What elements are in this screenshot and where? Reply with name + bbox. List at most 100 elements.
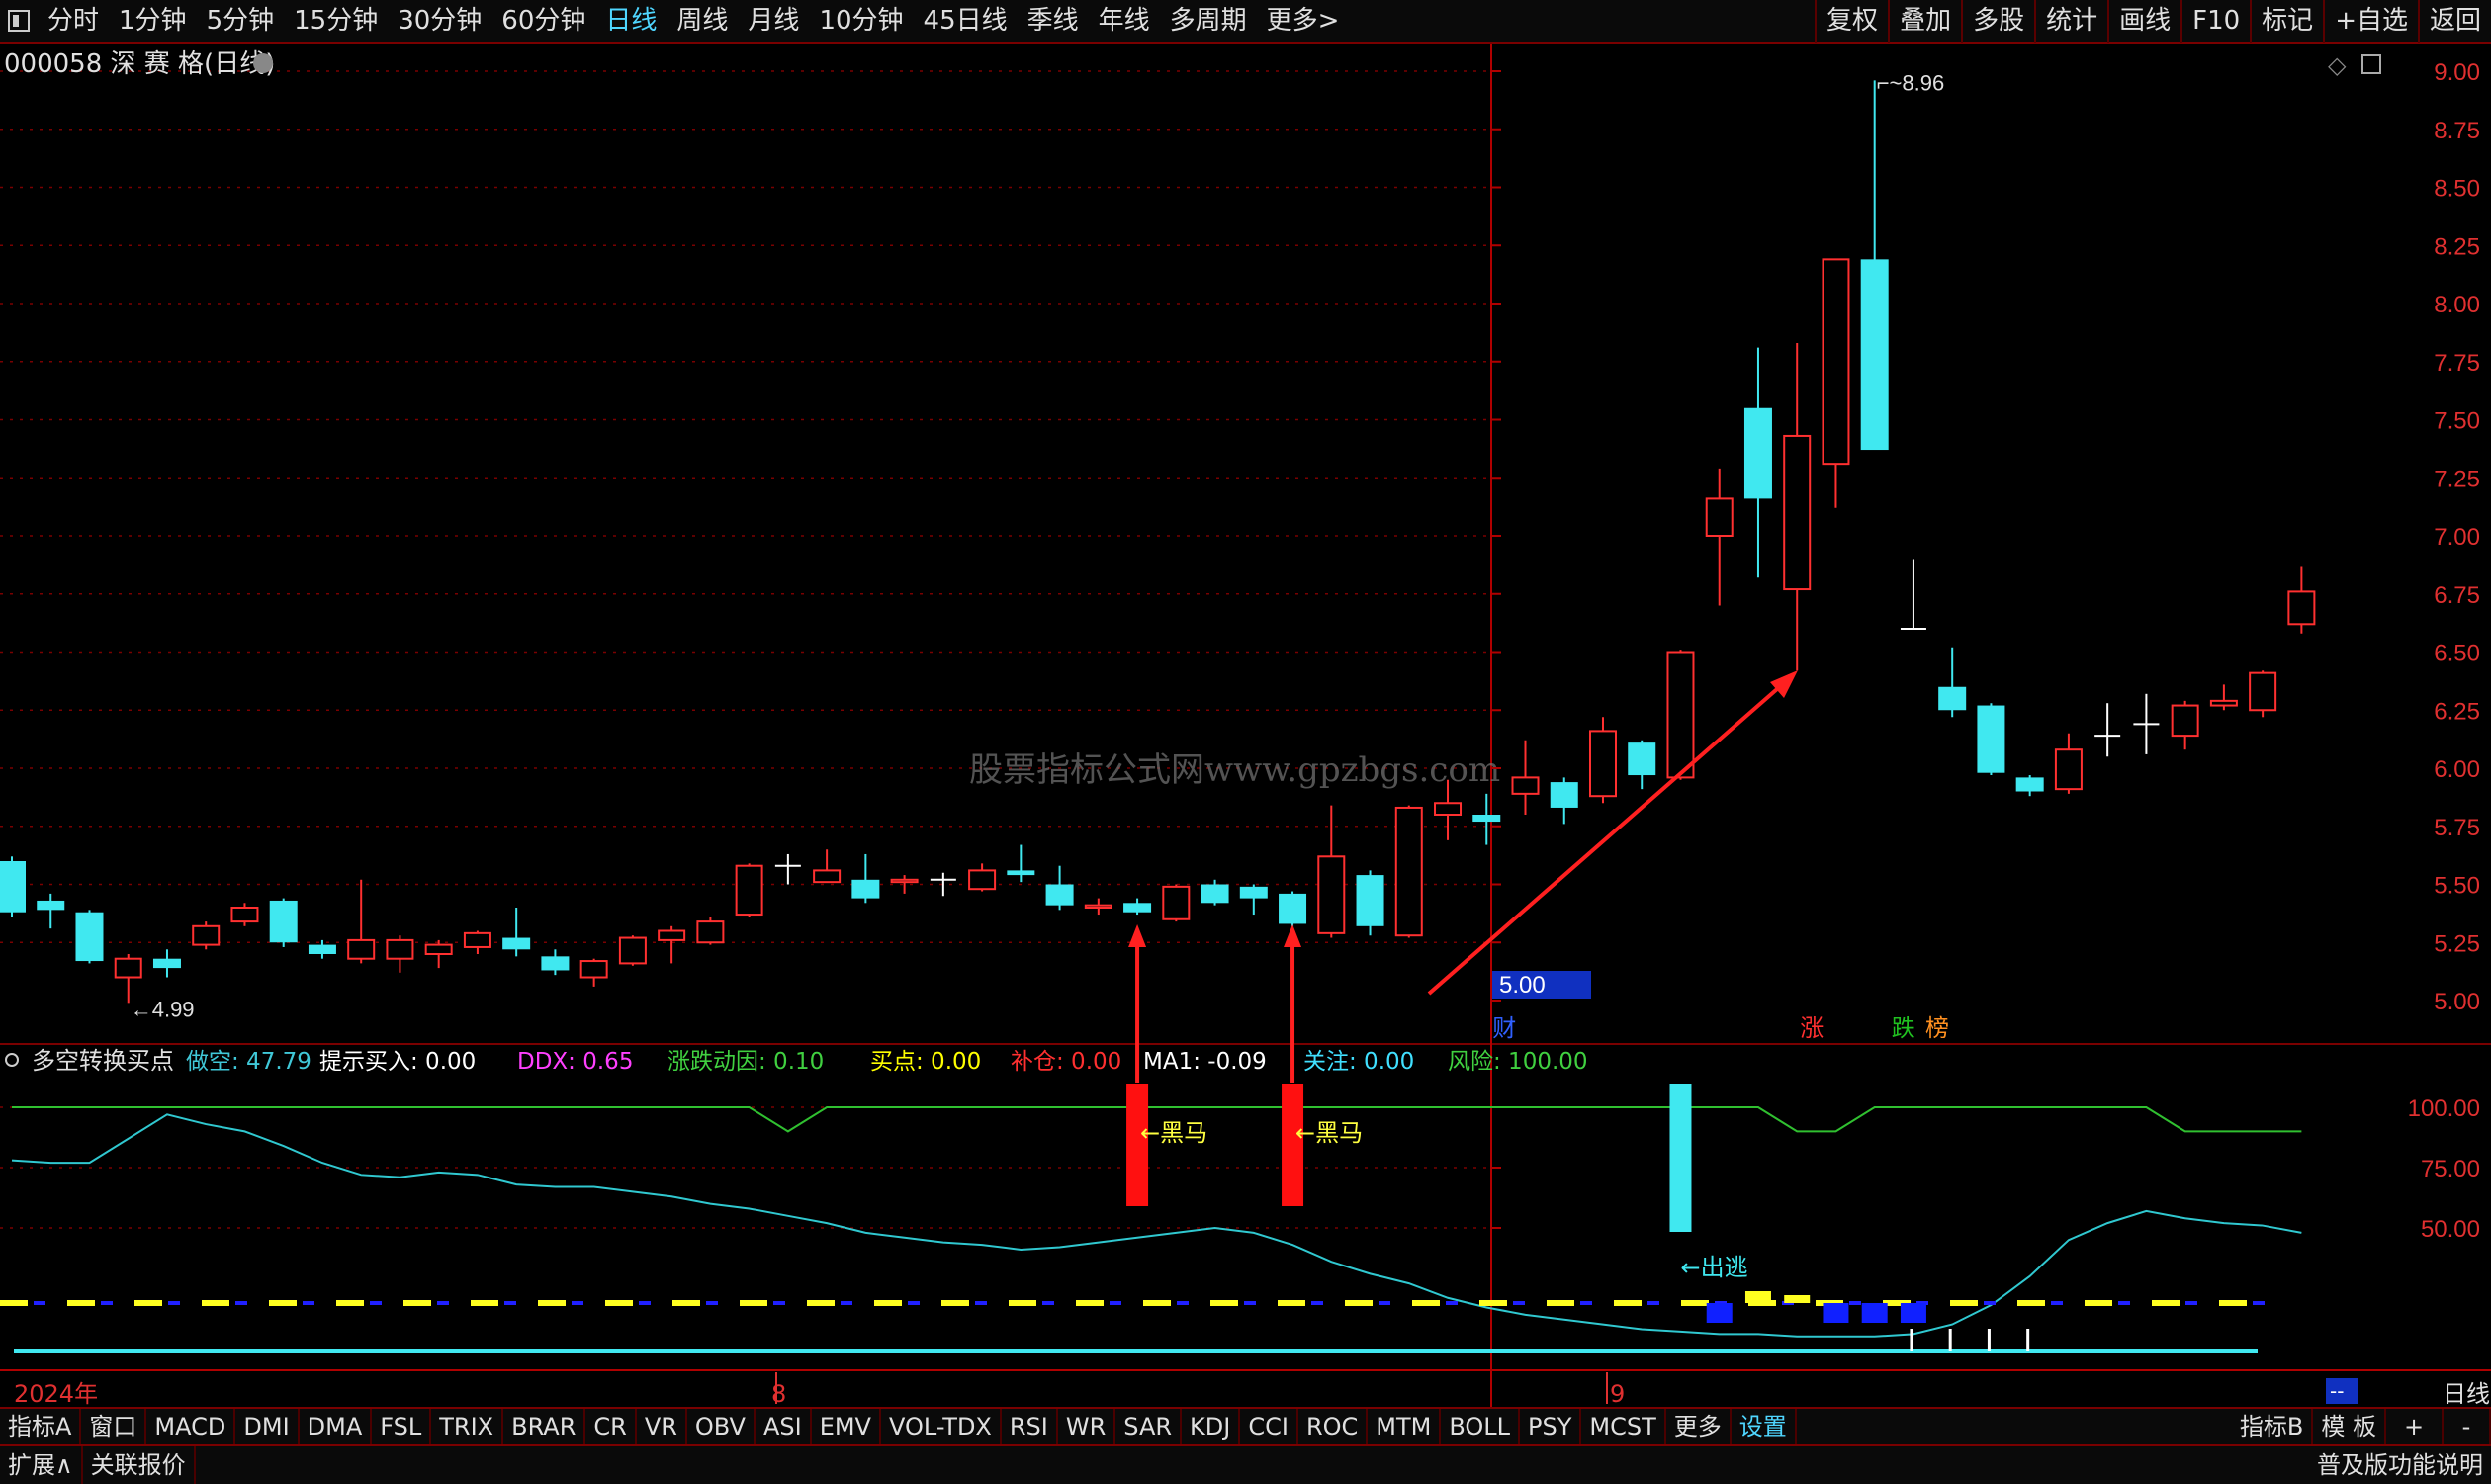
period-tab-8[interactable]: 月线: [738, 0, 809, 43]
indicator-tab-14[interactable]: RSI: [1002, 1409, 1058, 1444]
period-tab-14[interactable]: 更多>: [1257, 0, 1350, 43]
period-tab-1[interactable]: 1分钟: [109, 0, 197, 43]
function-tab-7[interactable]: +自选: [2323, 0, 2418, 43]
price-tick-label: 7.75: [2434, 350, 2480, 377]
ind-tick-label: 75.00: [2421, 1156, 2480, 1182]
candle-body: [1783, 434, 1812, 591]
indicator-tab-2[interactable]: MACD: [146, 1409, 236, 1444]
related-quotes-tab[interactable]: 关联报价: [83, 1446, 196, 1484]
period-toolbar: 分时 1分钟 5分钟 15分钟 30分钟 60分钟 日线 周线 月线 10分钟 45日线 季线 年线 多周…: [0, 0, 2491, 44]
period-tab-3[interactable]: 15分钟: [284, 0, 388, 43]
function-tab-3[interactable]: 统计: [2034, 0, 2107, 43]
period-tab-6[interactable]: 日线: [595, 0, 667, 43]
period-tab-12[interactable]: 年线: [1089, 0, 1160, 43]
template-tab[interactable]: 模 板: [2313, 1409, 2386, 1444]
indicator-tab-13[interactable]: VOL-TDX: [881, 1409, 1002, 1444]
indicator-tab-4[interactable]: DMA: [300, 1409, 373, 1444]
period-tab-4[interactable]: 30分钟: [388, 0, 491, 43]
candle-body: [152, 958, 181, 969]
function-tab-2[interactable]: 多股: [1961, 0, 2034, 43]
black-horse-label-0: ←黑马: [1140, 1119, 1207, 1147]
minus-button[interactable]: -: [2444, 1409, 2491, 1444]
candle-body: [424, 943, 453, 955]
kline-chart-area[interactable]: 000058 深 赛 格(日线) ◇ 股票指标公式网www.gpzbgs.com ⌐~…: [0, 44, 2491, 1407]
function-tab-0[interactable]: 复权: [1815, 0, 1888, 43]
price-tick-label: 8.00: [2434, 292, 2480, 318]
period-tab-10[interactable]: 45日线: [914, 0, 1018, 43]
price-axis: 9.00 8.75 8.50 8.25 8.00 7.75 7.50 7.25 7.00 6.75…: [14, 59, 2490, 1407]
candle-16: [618, 935, 647, 966]
indicator-tab-23[interactable]: MCST: [1581, 1409, 1666, 1444]
indicator-tab-1[interactable]: 窗口: [81, 1409, 147, 1444]
candle-43: [1666, 650, 1695, 780]
indicator-tab-24[interactable]: 更多: [1666, 1409, 1732, 1444]
stock-title: 000058 深 赛 格(日线): [4, 49, 275, 79]
period-tab-2[interactable]: 5分钟: [197, 0, 285, 43]
ind-field-7: 关注: 0.00: [1303, 1049, 1414, 1075]
period-tab-7[interactable]: 周线: [667, 0, 738, 43]
period-tab-5[interactable]: 60分钟: [491, 0, 595, 43]
function-tab-6[interactable]: 标记: [2250, 0, 2323, 43]
escape-bar: [1669, 1084, 1692, 1232]
candle-5: [192, 921, 221, 950]
candle-body: [2249, 671, 2277, 712]
indicator-tab-9[interactable]: VR: [637, 1409, 687, 1444]
indicator-tab-0[interactable]: 指标A: [0, 1409, 82, 1444]
period-tab-11[interactable]: 季线: [1018, 0, 1089, 43]
add-button[interactable]: +: [2386, 1409, 2444, 1444]
candle-body: [1588, 730, 1617, 798]
function-tab-1[interactable]: 叠加: [1888, 0, 1961, 43]
indicator-tab-10[interactable]: OBV: [687, 1409, 756, 1444]
candle-32: [1239, 884, 1268, 916]
period-tab-13[interactable]: 多周期: [1160, 0, 1257, 43]
indicator-tab-20[interactable]: MTM: [1368, 1409, 1442, 1444]
candle-0: [0, 856, 26, 917]
candle-body: [192, 924, 221, 946]
ind-field-1: 提示买入: 0.00: [319, 1049, 476, 1075]
indicator-tab-6[interactable]: TRIX: [431, 1409, 504, 1444]
indicator-tab-22[interactable]: PSY: [1520, 1409, 1582, 1444]
indicator-tab-15[interactable]: WR: [1058, 1409, 1116, 1444]
price-grid: [0, 44, 2491, 1407]
expand-button[interactable]: 扩展∧: [0, 1446, 83, 1484]
window-toggle-icon[interactable]: [8, 10, 30, 32]
price-tick-label: 6.00: [2434, 756, 2480, 783]
indicator-tab-17[interactable]: KDJ: [1182, 1409, 1241, 1444]
function-tab-5[interactable]: F10: [2180, 0, 2250, 43]
candle-48: [1860, 80, 1889, 451]
candle-body: [269, 900, 298, 943]
candle-body: [851, 879, 880, 899]
indicator-pane: 100.00 75.00 50.00 多空转换买点 做空: 47.79 提示买入: 0.0…: [0, 1047, 2480, 1353]
candle-6: [230, 903, 259, 926]
buy-arrow-head-1: [1284, 924, 1302, 947]
date-year: 2024年: [14, 1380, 98, 1407]
ind-name: 多空转换买点: [32, 1047, 174, 1075]
period-tab-9[interactable]: 10分钟: [809, 0, 913, 43]
candle-13: [502, 908, 531, 957]
function-tab-8[interactable]: 返回: [2417, 0, 2491, 43]
indicator-tab-19[interactable]: ROC: [1298, 1409, 1369, 1444]
indicator-tab-21[interactable]: BOLL: [1441, 1409, 1521, 1444]
candle-45: [1743, 347, 1772, 578]
indicator-b-tab[interactable]: 指标B: [2232, 1409, 2314, 1444]
candle-23: [890, 875, 919, 894]
candle-14: [541, 949, 570, 976]
indicator-tab-18[interactable]: CCI: [1240, 1409, 1298, 1444]
indicator-tab-3[interactable]: DMI: [235, 1409, 300, 1444]
function-tab-4[interactable]: 画线: [2107, 0, 2180, 43]
indicator-tab-11[interactable]: ASI: [756, 1409, 812, 1444]
indicator-tab-8[interactable]: CR: [585, 1409, 637, 1444]
indicator-tab-5[interactable]: FSL: [372, 1409, 432, 1444]
indicator-tab-7[interactable]: BRAR: [503, 1409, 586, 1444]
indicator-tab-16[interactable]: SAR: [1115, 1409, 1183, 1444]
candle-body: [2171, 704, 2199, 738]
indicator-tab-25[interactable]: 设置: [1732, 1409, 1797, 1444]
candle-49: [1900, 559, 1926, 630]
candle-36: [1394, 805, 1423, 938]
candle-41: [1588, 717, 1617, 804]
blue-block-3: [1900, 1303, 1926, 1323]
candle-38: [1472, 793, 1501, 845]
candle-1: [37, 893, 65, 929]
period-tab-0[interactable]: 分时: [38, 0, 109, 43]
indicator-tab-12[interactable]: EMV: [812, 1409, 881, 1444]
